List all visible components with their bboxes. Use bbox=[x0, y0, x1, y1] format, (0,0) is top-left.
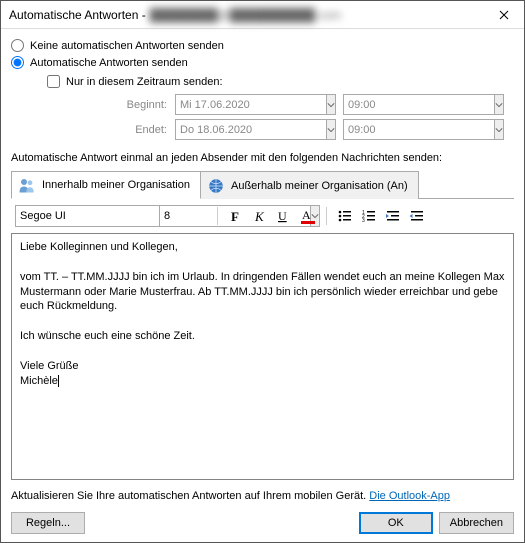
people-icon bbox=[18, 176, 36, 194]
message-body: Liebe Kolleginnen und Kollegen, vom TT. … bbox=[20, 241, 508, 387]
dropdown-arrow-icon[interactable] bbox=[495, 119, 504, 140]
org-tabs: Innerhalb meiner Organisation Außerhalb … bbox=[11, 170, 514, 199]
end-time-input[interactable] bbox=[343, 119, 495, 140]
begin-date-combo[interactable] bbox=[175, 94, 335, 115]
radio-send[interactable]: Automatische Antworten senden bbox=[11, 54, 514, 71]
send-option-group: Keine automatischen Antworten senden Aut… bbox=[11, 37, 514, 71]
tab-inside-org-label: Innerhalb meiner Organisation bbox=[42, 179, 190, 191]
radio-no-send-input[interactable] bbox=[11, 39, 24, 52]
radio-send-label: Automatische Antworten senden bbox=[30, 57, 188, 69]
indent-button[interactable] bbox=[407, 206, 427, 226]
end-date-combo[interactable] bbox=[175, 119, 335, 140]
message-editor[interactable]: Liebe Kolleginnen und Kollegen, vom TT. … bbox=[11, 233, 514, 480]
close-icon bbox=[499, 10, 509, 20]
window-title: Automatische Antworten - ████████@██████… bbox=[9, 8, 341, 22]
timerange-checkbox-label: Nur in diesem Zeitraum senden: bbox=[66, 76, 223, 88]
font-size-combo[interactable] bbox=[159, 205, 209, 227]
mobile-note-text: Aktualisieren Sie Ihre automatischen Ant… bbox=[11, 490, 369, 502]
svg-text:F: F bbox=[231, 209, 239, 224]
end-time-combo[interactable] bbox=[343, 119, 403, 140]
rules-button[interactable]: Regeln... bbox=[11, 512, 85, 534]
number-list-icon: 123 bbox=[361, 208, 377, 224]
tab-inside-org[interactable]: Innerhalb meiner Organisation bbox=[11, 171, 201, 199]
dropdown-arrow-icon[interactable] bbox=[327, 119, 336, 140]
font-color-button[interactable]: A bbox=[298, 206, 318, 226]
cancel-button[interactable]: Abbrechen bbox=[439, 512, 514, 534]
outdent-button[interactable] bbox=[383, 206, 403, 226]
title-email: ████████@██████████.com bbox=[150, 8, 341, 22]
tab-outside-org-label: Außerhalb meiner Organisation (An) bbox=[231, 180, 408, 192]
end-label: Endet: bbox=[105, 124, 167, 136]
bold-icon: F bbox=[228, 208, 244, 224]
automatic-replies-dialog: Automatische Antworten - ████████@██████… bbox=[0, 0, 525, 543]
close-button[interactable] bbox=[484, 1, 524, 29]
timerange-group: Nur in diesem Zeitraum senden: Beginnt: … bbox=[47, 73, 514, 140]
end-date-input[interactable] bbox=[175, 119, 327, 140]
begin-date-input[interactable] bbox=[175, 94, 327, 115]
title-prefix: Automatische Antworten - bbox=[9, 8, 146, 22]
dialog-body: Keine automatischen Antworten senden Aut… bbox=[1, 29, 524, 542]
titlebar: Automatische Antworten - ████████@██████… bbox=[1, 1, 524, 29]
svg-text:A: A bbox=[302, 208, 311, 222]
svg-text:3: 3 bbox=[362, 218, 365, 224]
italic-icon: K bbox=[252, 208, 268, 224]
dropdown-arrow-icon[interactable] bbox=[327, 94, 336, 115]
begin-time-combo[interactable] bbox=[343, 94, 403, 115]
radio-no-send-label: Keine automatischen Antworten senden bbox=[30, 40, 224, 52]
toolbar-divider bbox=[326, 207, 327, 225]
timerange-checkbox[interactable]: Nur in diesem Zeitraum senden: bbox=[47, 73, 514, 90]
begin-time-input[interactable] bbox=[343, 94, 495, 115]
tab-outside-org[interactable]: Außerhalb meiner Organisation (An) bbox=[200, 171, 419, 199]
button-row: Regeln... OK Abbrechen bbox=[11, 512, 514, 534]
toolbar-divider bbox=[217, 207, 218, 225]
globe-icon bbox=[207, 177, 225, 195]
indent-icon bbox=[409, 208, 425, 224]
svg-text:K: K bbox=[254, 209, 265, 224]
bullet-list-icon bbox=[337, 208, 353, 224]
bullet-list-button[interactable] bbox=[335, 206, 355, 226]
text-cursor bbox=[58, 375, 59, 387]
underline-button[interactable]: U bbox=[274, 206, 294, 226]
dropdown-arrow-icon[interactable] bbox=[495, 94, 504, 115]
underline-icon: U bbox=[276, 208, 292, 224]
radio-send-input[interactable] bbox=[11, 56, 24, 69]
timerange-grid: Beginnt: Endet: bbox=[105, 94, 514, 140]
format-toolbar: F K U A 123 bbox=[11, 199, 514, 233]
font-color-icon: A bbox=[300, 208, 316, 224]
mobile-note: Aktualisieren Sie Ihre automatischen Ant… bbox=[11, 490, 514, 502]
outlook-app-link[interactable]: Die Outlook-App bbox=[369, 490, 450, 502]
begin-label: Beginnt: bbox=[105, 99, 167, 111]
italic-button[interactable]: K bbox=[250, 206, 270, 226]
bold-button[interactable]: F bbox=[226, 206, 246, 226]
number-list-button[interactable]: 123 bbox=[359, 206, 379, 226]
radio-no-send[interactable]: Keine automatischen Antworten senden bbox=[11, 37, 514, 54]
outdent-icon bbox=[385, 208, 401, 224]
timerange-checkbox-input[interactable] bbox=[47, 75, 60, 88]
svg-text:U: U bbox=[278, 209, 287, 223]
font-name-combo[interactable] bbox=[15, 205, 155, 227]
ok-button[interactable]: OK bbox=[359, 512, 433, 534]
send-rule-label: Automatische Antwort einmal an jeden Abs… bbox=[11, 152, 514, 164]
font-name-input[interactable] bbox=[15, 205, 167, 227]
